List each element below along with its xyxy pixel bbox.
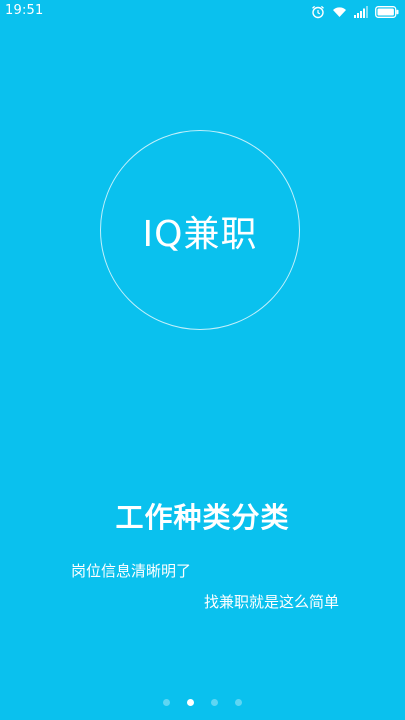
splash-screen[interactable]: 19:51 IQ兼职 工作种类分类 岗位信息清晰明了 找兼职就是这么简单 <box>0 0 405 720</box>
wifi-icon <box>332 6 347 18</box>
status-bar: 19:51 <box>0 0 405 24</box>
battery-icon <box>375 6 399 18</box>
slide-subtitle-2: 找兼职就是这么简单 <box>204 593 340 611</box>
logo-circle: IQ兼职 <box>100 130 300 330</box>
page-dot[interactable] <box>211 699 218 706</box>
status-time: 19:51 <box>5 3 44 18</box>
page-dot[interactable] <box>163 699 170 706</box>
page-dot[interactable] <box>187 699 194 706</box>
page-indicator[interactable] <box>0 699 405 706</box>
logo-text: IQ兼职 <box>142 214 258 255</box>
status-icons <box>311 4 399 20</box>
page-dot[interactable] <box>235 699 242 706</box>
alarm-icon <box>311 5 325 19</box>
slide-subtitle-1: 岗位信息清晰明了 <box>71 562 192 580</box>
signal-icon <box>354 6 368 18</box>
slide-headline: 工作种类分类 <box>115 501 290 534</box>
